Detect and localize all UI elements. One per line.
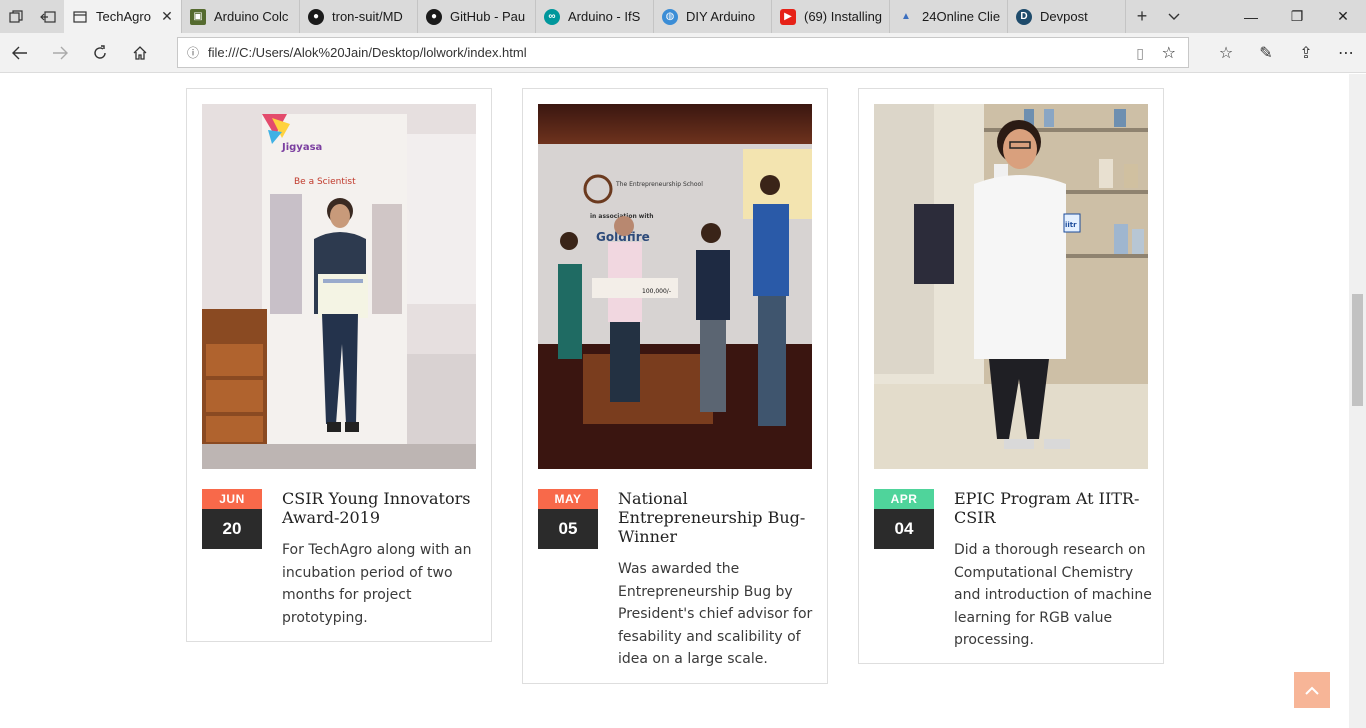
event-description: Was awarded the Entrepreneurship Bug by … <box>618 561 813 667</box>
restore-icon[interactable]: ❐ <box>1274 0 1320 33</box>
event-card: Be a Scientist Jigyasa JUN 20 CSIR Young… <box>186 88 492 642</box>
github-icon: ● <box>308 8 324 25</box>
event-date: JUN 20 <box>202 489 262 549</box>
chevron-up-icon <box>1305 686 1319 695</box>
event-title[interactable]: EPIC Program At IITR-CSIR <box>954 489 1154 527</box>
tab-bar: TechAgro ✕ ▣ Arduino Colc ● tron-suit/MD… <box>0 0 1366 33</box>
tab-github-pau[interactable]: ● GitHub - Pau <box>418 0 536 33</box>
arduino-icon: ∞ <box>544 8 560 25</box>
banner-tagline: Be a Scientist <box>294 177 356 187</box>
tab-24online[interactable]: ▲ 24Online Clie <box>890 0 1008 33</box>
event-photo: The Entrepreneurship School in associati… <box>538 104 812 469</box>
event-card: The Entrepreneurship School in associati… <box>522 88 828 684</box>
coat-logo: iitr <box>1065 221 1077 229</box>
back-arrow-icon[interactable] <box>0 33 40 73</box>
new-tab-icon[interactable]: + <box>1126 0 1158 33</box>
back-to-top-button[interactable] <box>1294 672 1330 708</box>
share-icon[interactable]: ⇪ <box>1286 33 1326 73</box>
more-options-icon[interactable]: ⋯ <box>1326 33 1366 73</box>
page-icon <box>72 9 88 25</box>
event-month: JUN <box>202 489 262 509</box>
minimize-icon[interactable]: — <box>1228 0 1274 33</box>
event-description: For TechAgro along with an incubation pe… <box>282 542 472 626</box>
favorite-star-icon[interactable]: ☆ <box>1162 43 1176 63</box>
info-icon[interactable]: ⓘ <box>178 44 208 61</box>
page-viewport: Be a Scientist Jigyasa JUN 20 CSIR Young… <box>0 74 1349 728</box>
youtube-icon: ▶ <box>780 8 796 25</box>
tab-title: Arduino Colc <box>214 9 289 24</box>
page-scrollbar[interactable] <box>1349 74 1366 728</box>
event-day: 20 <box>202 509 262 549</box>
tab-title: GitHub - Pau <box>450 9 526 24</box>
close-window-icon[interactable]: ✕ <box>1320 0 1366 33</box>
url-text[interactable]: file:///C:/Users/Alok%20Jain/Desktop/lol… <box>208 45 527 60</box>
chevron-down-icon[interactable] <box>1158 0 1190 33</box>
screen-favicon-icon: ▣ <box>190 8 206 25</box>
tab-title: Devpost <box>1040 9 1088 24</box>
tab-youtube-installing[interactable]: ▶ (69) Installing <box>772 0 890 33</box>
devpost-icon: D <box>1016 8 1032 25</box>
tab-title: 24Online Clie <box>922 9 1001 24</box>
mountain-icon: ▲ <box>901 11 911 22</box>
set-tabs-aside-icon[interactable] <box>32 0 64 33</box>
navigation-bar: ⓘ file:///C:/Users/Alok%20Jain/Desktop/l… <box>0 33 1366 73</box>
tab-title: Arduino - IfS <box>568 9 641 24</box>
event-date: MAY 05 <box>538 489 598 549</box>
event-date: APR 04 <box>874 489 934 549</box>
banner-title: Jigyasa <box>281 142 322 153</box>
event-month: MAY <box>538 489 598 509</box>
github-icon: ● <box>426 8 442 25</box>
refresh-icon[interactable] <box>80 33 120 73</box>
event-photo: Be a Scientist Jigyasa <box>202 104 476 469</box>
event-description: Did a thorough research on Computational… <box>954 542 1152 648</box>
tab-devpost[interactable]: D Devpost <box>1008 0 1126 33</box>
cheque-amount: 100,000/- <box>642 288 671 295</box>
reading-view-icon[interactable]: ▯ <box>1136 45 1144 62</box>
tab-title: DIY Arduino <box>686 9 756 24</box>
tab-techagro[interactable]: TechAgro ✕ <box>64 0 182 33</box>
close-tab-icon[interactable]: ✕ <box>159 8 175 24</box>
tab-arduino-colc[interactable]: ▣ Arduino Colc <box>182 0 300 33</box>
event-title[interactable]: CSIR Young Innovators Award-2019 <box>282 489 482 527</box>
tab-title: TechAgro <box>96 9 151 24</box>
event-photo: iitr <box>874 104 1148 469</box>
pen-icon[interactable]: ✎ <box>1246 33 1286 73</box>
favorites-list-icon[interactable]: ☆ <box>1206 33 1246 73</box>
event-day: 05 <box>538 509 598 549</box>
tab-title: tron-suit/MD <box>332 9 403 24</box>
event-day: 04 <box>874 509 934 549</box>
event-card: iitr APR 04 EPIC Program At IITR-CSIR Di… <box>858 88 1164 664</box>
home-icon[interactable] <box>120 33 160 73</box>
scrollbar-thumb[interactable] <box>1352 294 1363 406</box>
globe-icon: ◍ <box>662 8 678 25</box>
banner-line1: The Entrepreneurship School <box>615 181 703 188</box>
tab-title: (69) Installing <box>804 9 883 24</box>
event-title[interactable]: National Entrepreneurship Bug-Winner <box>618 489 818 546</box>
event-month: APR <box>874 489 934 509</box>
tab-diy-arduino[interactable]: ◍ DIY Arduino <box>654 0 772 33</box>
forward-arrow-icon[interactable] <box>40 33 80 73</box>
tab-arduino-ifs[interactable]: ∞ Arduino - IfS <box>536 0 654 33</box>
tab-tron-suit[interactable]: ● tron-suit/MD <box>300 0 418 33</box>
tab-sets-icon[interactable] <box>0 0 32 33</box>
address-bar[interactable]: ⓘ file:///C:/Users/Alok%20Jain/Desktop/l… <box>177 37 1189 68</box>
